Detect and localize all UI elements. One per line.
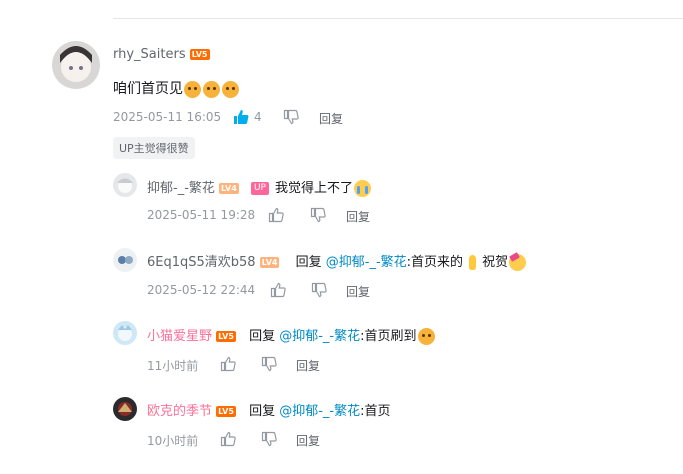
reply-button[interactable]: 回复 bbox=[319, 110, 343, 127]
like-button[interactable] bbox=[220, 431, 236, 447]
reply-button[interactable]: 回复 bbox=[346, 208, 370, 225]
thumb-up-icon bbox=[220, 356, 236, 372]
mention-link[interactable]: @抑郁-_-繁花 bbox=[279, 404, 360, 419]
reply-username[interactable]: 抑郁-_-繁花 bbox=[147, 181, 215, 196]
level-badge: LV4 bbox=[219, 183, 239, 194]
reply-button[interactable]: 回复 bbox=[296, 432, 320, 449]
thumb-down-icon bbox=[310, 207, 326, 223]
comment-text: 咱们首页见 bbox=[113, 78, 240, 98]
level-badge: LV4 bbox=[259, 257, 280, 268]
thumb-down-icon bbox=[261, 431, 277, 447]
top-divider bbox=[113, 18, 683, 19]
like-button[interactable] bbox=[270, 282, 286, 298]
reply-button[interactable]: 回复 bbox=[296, 357, 320, 374]
thumb-down-icon bbox=[311, 282, 327, 298]
victory-hand-icon bbox=[464, 254, 481, 271]
reply-time: 2025-05-12 22:44 bbox=[147, 283, 256, 297]
dog-emoji-icon bbox=[222, 80, 239, 98]
reply-word: 回复 bbox=[249, 329, 276, 344]
reply-word: 回复 bbox=[249, 404, 276, 419]
party-face-icon bbox=[509, 254, 527, 271]
up-badge: UP bbox=[250, 182, 269, 195]
reply-username[interactable]: 欧克的季节 bbox=[147, 404, 212, 419]
reply-time: 2025-05-11 19:28 bbox=[147, 208, 256, 222]
reply-word: 回复 bbox=[295, 255, 322, 270]
thumb-up-icon bbox=[220, 431, 236, 447]
like-button[interactable] bbox=[268, 207, 284, 223]
level-badge: LV5 bbox=[216, 406, 236, 417]
reply-time: 11小时前 bbox=[147, 359, 199, 373]
like-count: 4 bbox=[254, 110, 262, 124]
dog-emoji-icon bbox=[417, 328, 435, 345]
dislike-button[interactable] bbox=[311, 282, 327, 298]
comment-text-body: 咱们首页见 bbox=[113, 81, 183, 97]
reply-row: 抑郁-_-繁花 LV4 UP 我觉得上不了 bbox=[147, 177, 372, 197]
mention-link[interactable]: @抑郁-_-繁花 bbox=[279, 329, 360, 344]
dog-emoji-icon bbox=[203, 80, 220, 98]
avatar[interactable] bbox=[113, 248, 137, 272]
reply-row: 6Eq1qS5清欢b58 LV4 回复 @抑郁-_-繁花:首页来的 祝贺 bbox=[147, 251, 527, 271]
reply-text-tail: 祝贺 bbox=[482, 255, 509, 270]
reply-row: 欧克的季节 LV5 回复 @抑郁-_-繁花:首页 bbox=[147, 400, 391, 419]
dislike-button[interactable] bbox=[310, 207, 326, 223]
reply-username[interactable]: 小猫爱星野 bbox=[147, 329, 212, 344]
avatar[interactable] bbox=[113, 321, 137, 345]
up-liked-tag: UP主觉得很赞 bbox=[113, 137, 195, 159]
dislike-button[interactable] bbox=[261, 356, 277, 372]
reply-text: 我觉得上不了 bbox=[274, 181, 353, 196]
level-badge: LV5 bbox=[216, 331, 236, 342]
avatar[interactable] bbox=[113, 397, 137, 421]
reply-text: :首页来的 bbox=[406, 255, 464, 270]
reply-username[interactable]: 6Eq1qS5清欢b58 bbox=[147, 255, 256, 270]
reply-button[interactable]: 回复 bbox=[346, 283, 370, 300]
thumb-up-icon bbox=[268, 207, 284, 223]
thumb-up-icon bbox=[234, 110, 249, 124]
like-button[interactable] bbox=[220, 356, 236, 372]
reply-time: 10小时前 bbox=[147, 434, 199, 448]
dislike-button[interactable] bbox=[261, 431, 277, 447]
dog-emoji-icon bbox=[184, 80, 201, 98]
crying-emoji-icon bbox=[353, 180, 371, 197]
username-text[interactable]: rhy_Saiters bbox=[113, 47, 186, 62]
avatar[interactable] bbox=[113, 173, 137, 197]
thumb-down-icon bbox=[283, 109, 299, 125]
reply-text: :首页 bbox=[360, 404, 391, 419]
dislike-button[interactable] bbox=[283, 109, 299, 125]
comment-username[interactable]: rhy_Saiters LV5 bbox=[113, 47, 210, 62]
reply-row: 小猫爱星野 LV5 回复 @抑郁-_-繁花:首页刷到 bbox=[147, 325, 436, 345]
thumb-down-icon bbox=[261, 356, 277, 372]
mention-link[interactable]: @抑郁-_-繁花 bbox=[326, 255, 407, 270]
avatar[interactable] bbox=[52, 41, 100, 89]
thumb-up-icon bbox=[270, 282, 286, 298]
like-button[interactable]: 4 bbox=[233, 109, 262, 125]
reply-text: :首页刷到 bbox=[360, 329, 417, 344]
level-badge: LV5 bbox=[189, 49, 210, 60]
comment-time: 2025-05-11 16:05 bbox=[113, 110, 222, 124]
